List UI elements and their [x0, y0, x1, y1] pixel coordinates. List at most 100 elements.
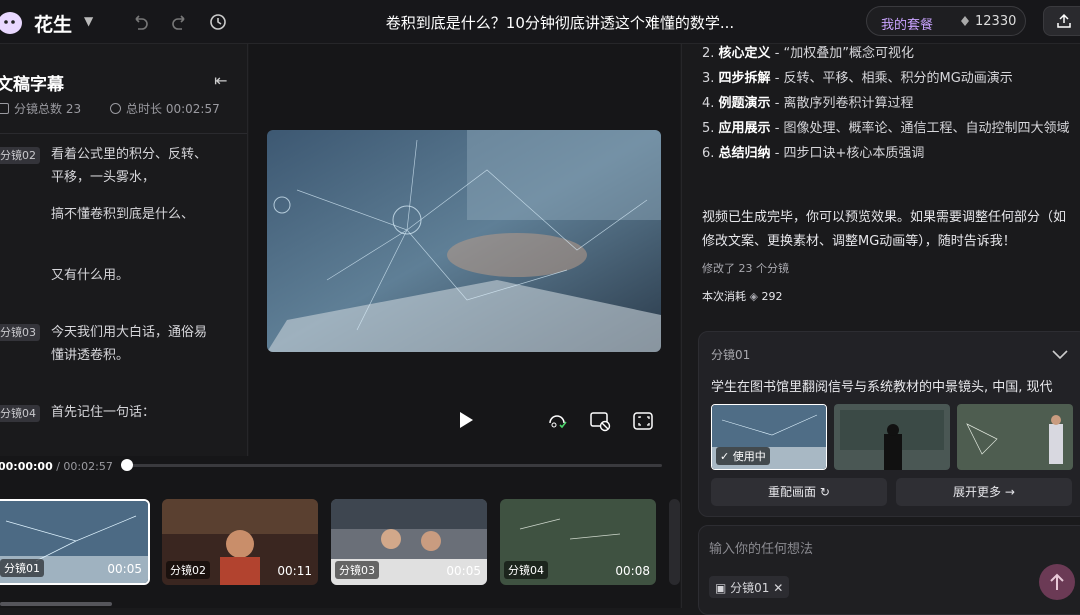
clip-label: 分镜03: [335, 561, 379, 579]
outline-heading: 应用展示: [718, 121, 771, 136]
outline-text: - 图像处理、概率论、通信工程、自动控制四大领域: [770, 121, 1070, 136]
outline-number: 5.: [702, 121, 715, 136]
total-duration-text: 总时长 00:02:57: [126, 102, 220, 116]
outline-number: 2.: [702, 46, 715, 61]
film-icon: [0, 103, 9, 114]
outline-item: 5. 应用展示 - 图像处理、概率论、通信工程、自动控制四大领域: [702, 116, 1080, 141]
chevron-down-icon[interactable]: [1051, 348, 1069, 360]
video-preview: [249, 44, 680, 456]
image-option-preview: [834, 404, 950, 470]
segment-line[interactable]: 搞不懂卷积到底是什么、: [51, 203, 211, 226]
shot-card: 分镜01 学生在图书馆里翻阅信号与系统教材的中景镜头, 中国, 现代 ✓ 使用中…: [698, 331, 1080, 517]
chevron-down-icon[interactable]: ▼: [84, 14, 93, 28]
outline-item: 4. 例题演示 - 离散序列卷积计算过程: [702, 91, 1080, 116]
outline-number: 4.: [702, 96, 715, 111]
outline-text: - 四步口诀+核心本质强调: [770, 146, 925, 161]
consume-label: 本次消耗: [702, 290, 746, 303]
redo-icon[interactable]: [170, 12, 190, 32]
outline-heading: 核心定义: [718, 46, 771, 61]
outline-heading: 四步拆解: [718, 71, 771, 86]
segment-line[interactable]: 首先记住一句话：: [51, 401, 211, 424]
playback-time: 00:00:00 / 00:02:57: [0, 460, 113, 473]
arrow-up-icon: [1050, 573, 1064, 590]
outline-text: - “加权叠加”概念可视化: [770, 46, 914, 61]
plan-pill[interactable]: 我的套餐 12330: [866, 6, 1026, 36]
image-option[interactable]: [834, 404, 950, 470]
outline-number: 6.: [702, 146, 715, 161]
context-chip[interactable]: ▣ 分镜01 ✕: [709, 576, 790, 598]
image-option[interactable]: [957, 404, 1073, 470]
image-option-preview: [957, 404, 1073, 470]
shot-description: 学生在图书馆里翻阅信号与系统教材的中景镜头, 中国, 现代: [711, 380, 1053, 395]
document-title[interactable]: 卷积到底是什么？10分钟彻底讲透这个难懂的数学...: [370, 12, 750, 33]
progress-track[interactable]: [128, 464, 662, 467]
image-option[interactable]: ✓ 使用中: [711, 404, 827, 470]
clip-duration: 00:05: [107, 562, 142, 576]
segment-line[interactable]: 看着公式里的积分、反转、平移，一头雾水，: [51, 143, 211, 189]
shot-card-label: 分镜01: [711, 348, 751, 362]
undo-icon[interactable]: [130, 12, 150, 32]
segment-badge[interactable]: 分镜03: [0, 324, 40, 341]
shot-count: 分镜总数 23: [0, 100, 81, 117]
in-use-text: 使用中: [732, 450, 766, 463]
clip-thumbnail[interactable]: 分镜01 00:05: [0, 499, 150, 585]
clip-thumbnail[interactable]: 分镜02 00:11: [162, 499, 318, 585]
outline-heading: 例题演示: [718, 96, 771, 111]
credit-icon: ◈: [749, 290, 758, 303]
play-button[interactable]: [454, 409, 476, 431]
consume-value: 292: [761, 290, 783, 303]
segment-badge[interactable]: 分镜04: [0, 405, 40, 422]
send-button[interactable]: [1039, 564, 1075, 600]
refresh-icon: ↻: [819, 485, 830, 499]
timeline-scrollbar[interactable]: [0, 602, 112, 606]
panel-title: 文稿字幕: [0, 75, 64, 95]
clip-thumbnail[interactable]: [669, 499, 680, 585]
progress-knob[interactable]: [121, 459, 133, 471]
segment-line[interactable]: 又有什么用。: [51, 264, 211, 287]
collapse-panel-icon[interactable]: ⇤: [214, 71, 227, 90]
clock-icon: [110, 103, 121, 114]
clip-thumbnail[interactable]: 分镜04 00:08: [500, 499, 656, 585]
arrow-right-icon: →: [1004, 485, 1015, 499]
plan-label[interactable]: 我的套餐: [881, 14, 933, 33]
shot-count-text: 分镜总数 23: [14, 102, 82, 116]
consume-note: 本次消耗 ◈ 292: [702, 288, 782, 304]
timeline: 00:00:00 / 00:02:57 分镜01 00:05 分镜02 00:1…: [0, 456, 680, 608]
app-name[interactable]: 花生: [34, 10, 72, 37]
subtitle-off-icon[interactable]: [589, 410, 611, 432]
outline-text: - 离散序列卷积计算过程: [770, 96, 914, 111]
upload-icon: [1057, 13, 1071, 28]
chip-label: 分镜01: [730, 581, 770, 595]
export-button[interactable]: [1043, 6, 1080, 36]
segment-badge[interactable]: 分镜02: [0, 147, 40, 164]
clip-label: 分镜04: [504, 561, 548, 579]
message-composer[interactable]: 输入你的任何想法 ▣ 分镜01 ✕: [698, 525, 1080, 615]
rematch-button[interactable]: 重配画面 ↻: [711, 478, 887, 506]
rematch-label: 重配画面: [768, 485, 817, 499]
clip-thumbnail[interactable]: 分镜03 00:05: [331, 499, 487, 585]
segment-line[interactable]: 今天我们用大白话，通俗易懂讲透卷积。: [51, 321, 211, 367]
message-input[interactable]: 输入你的任何想法: [709, 538, 813, 557]
divider: [0, 133, 247, 134]
outline-item: 6. 总结归纳 - 四步口诀+核心本质强调: [702, 141, 1080, 166]
credit-count: 12330: [975, 14, 1017, 29]
history-icon[interactable]: [208, 12, 228, 32]
film-icon: ▣: [715, 581, 727, 595]
outline-list: 2. 核心定义 - “加权叠加”概念可视化 3. 四步拆解 - 反转、平移、相乘…: [702, 41, 1080, 166]
credit-icon: [961, 16, 969, 26]
outline-item: 2. 核心定义 - “加权叠加”概念可视化: [702, 41, 1080, 66]
modified-note: 修改了 23 个分镜: [702, 262, 789, 275]
voice-icon[interactable]: [546, 410, 568, 432]
outline-heading: 总结归纳: [718, 146, 771, 161]
clip-duration: 00:08: [615, 564, 650, 578]
total-duration: 总时长 00:02:57: [110, 100, 220, 117]
video-frame[interactable]: [267, 130, 661, 352]
close-icon[interactable]: ✕: [773, 581, 783, 595]
expand-more-button[interactable]: 展开更多 →: [896, 478, 1072, 506]
fullscreen-icon[interactable]: [632, 410, 654, 432]
clip-duration: 00:11: [277, 564, 312, 578]
in-use-badge: ✓ 使用中: [716, 447, 770, 465]
clip-duration: 00:05: [446, 564, 481, 578]
outline-item: 3. 四步拆解 - 反转、平移、相乘、积分的MG动画演示: [702, 66, 1080, 91]
clip-label: 分镜02: [166, 561, 210, 579]
